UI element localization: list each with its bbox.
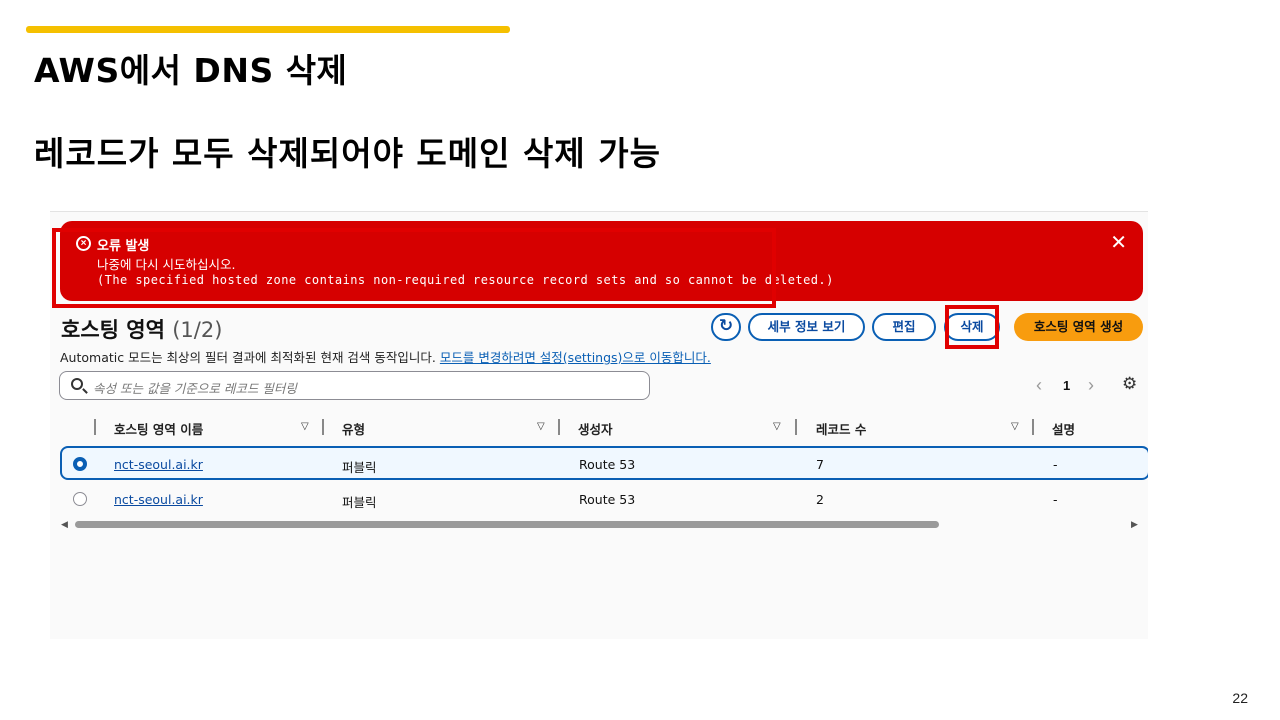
current-page-number[interactable]: 1 — [1063, 378, 1070, 393]
column-divider[interactable] — [795, 419, 797, 435]
row-radio[interactable] — [73, 492, 87, 506]
settings-link[interactable]: 모드를 변경하려면 설정(settings)으로 이동합니다. — [440, 350, 711, 365]
refresh-button[interactable]: ↻ — [711, 313, 741, 341]
zone-record-count: 7 — [816, 457, 824, 472]
view-details-button[interactable]: 세부 정보 보기 — [748, 313, 865, 341]
sort-icon[interactable]: ▽ — [1011, 421, 1019, 432]
hosted-zones-heading: 호스팅 영역 (1/2) — [61, 314, 222, 344]
zone-type: 퍼블릭 — [342, 460, 377, 475]
hosted-zone-name-link[interactable]: nct-seoul.ai.kr — [114, 492, 203, 507]
sort-icon[interactable]: ▽ — [301, 421, 309, 432]
record-filter-input[interactable]: 속성 또는 값을 기준으로 레코드 필터링 — [59, 371, 650, 400]
column-divider — [94, 419, 96, 435]
page-number: 22 — [1232, 690, 1248, 706]
slide-subtitle: 레코드가 모두 삭제되어야 도메인 삭제 가능 — [34, 134, 661, 173]
zone-description: - — [1053, 492, 1058, 507]
scroll-right-icon[interactable]: ▶ — [1131, 519, 1138, 530]
close-icon[interactable]: ✕ — [1110, 233, 1127, 253]
sort-icon[interactable]: ▽ — [773, 421, 781, 432]
column-header-description[interactable]: 설명 — [1052, 419, 1075, 438]
table-row[interactable]: nct-seoul.ai.kr 퍼블릭 Route 53 2 - — [60, 483, 1148, 517]
scroll-left-icon[interactable]: ◀ — [61, 519, 68, 530]
filter-mode-description: Automatic 모드는 최상의 필터 결과에 최적화된 현재 검색 동작입니… — [60, 347, 711, 366]
title-accent-bar — [26, 26, 510, 33]
hosted-zone-name-link[interactable]: nct-seoul.ai.kr — [114, 457, 203, 472]
create-hosted-zone-button[interactable]: 호스팅 영역 생성 — [1014, 313, 1143, 341]
zone-created-by: Route 53 — [579, 492, 636, 507]
filter-mode-text: Automatic 모드는 최상의 필터 결과에 최적화된 현재 검색 동작입니… — [60, 350, 436, 365]
slide-title: AWS에서 DNS 삭제 — [34, 51, 348, 90]
error-highlight-box — [52, 228, 776, 308]
hosted-zones-count: (1/2) — [172, 318, 223, 342]
row-radio-selected[interactable] — [73, 457, 87, 471]
zone-record-count: 2 — [816, 492, 824, 507]
hosted-zones-title: 호스팅 영역 — [61, 318, 165, 342]
column-divider[interactable] — [1032, 419, 1034, 435]
column-header-type[interactable]: 유형 — [342, 419, 365, 438]
zone-type: 퍼블릭 — [342, 495, 377, 510]
search-placeholder: 속성 또는 값을 기준으로 레코드 필터링 — [93, 381, 297, 396]
column-header-created-by[interactable]: 생성자 — [578, 419, 613, 438]
column-header-record-count[interactable]: 레코드 수 — [816, 419, 866, 438]
search-icon — [71, 378, 83, 390]
edit-button[interactable]: 편집 — [872, 313, 936, 341]
zone-description: - — [1053, 457, 1058, 472]
route53-console-screenshot: × 오류 발생 나중에 다시 시도하십시오. (The specified ho… — [50, 211, 1148, 639]
refresh-icon: ↻ — [718, 316, 734, 336]
column-header-name[interactable]: 호스팅 영역 이름 — [114, 419, 203, 438]
sort-icon[interactable]: ▽ — [537, 421, 545, 432]
chevron-left-icon[interactable]: ‹ — [1036, 375, 1042, 396]
zone-created-by: Route 53 — [579, 457, 636, 472]
column-divider[interactable] — [322, 419, 324, 435]
table-row[interactable]: nct-seoul.ai.kr 퍼블릭 Route 53 7 - — [60, 446, 1148, 480]
column-divider[interactable] — [558, 419, 560, 435]
delete-highlight-box — [945, 305, 999, 349]
horizontal-scrollbar[interactable] — [75, 521, 939, 528]
gear-icon[interactable]: ⚙ — [1122, 374, 1137, 394]
chevron-right-icon[interactable]: › — [1088, 375, 1094, 396]
